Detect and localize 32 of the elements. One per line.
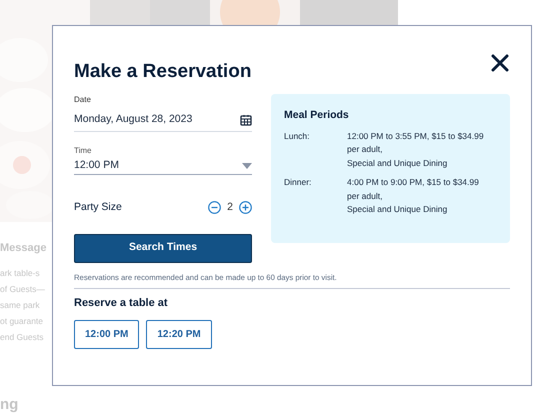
search-times-button[interactable]: Search Times: [74, 234, 252, 263]
minus-icon[interactable]: [208, 201, 222, 214]
time-slot-button[interactable]: 12:20 PM: [146, 320, 212, 349]
section-heading: Message: [0, 241, 46, 256]
close-icon[interactable]: [491, 54, 509, 72]
meal-details: per adult,: [347, 143, 384, 156]
calendar-icon[interactable]: [240, 114, 252, 126]
body-text: of Guests—: [0, 282, 45, 296]
body-text: ark table-s: [0, 266, 40, 280]
section-heading: Reserve a table at: [74, 296, 169, 312]
meal-details: 4:00 PM to 9:00 PM, $15 to $34.99: [347, 176, 479, 190]
party-size-value: 2: [227, 200, 233, 215]
section-heading: ng: [0, 396, 18, 414]
caret-icon[interactable]: [242, 162, 252, 168]
plus-icon[interactable]: [239, 201, 252, 214]
body-text: end Guests: [0, 330, 44, 344]
field-label: Date: [74, 94, 92, 106]
body-text: ot guarante: [0, 314, 44, 328]
meal-details: Special and Unique Dining: [347, 203, 448, 216]
meal-details: per adult,: [347, 190, 384, 203]
body-text: same park: [0, 298, 40, 312]
time-dropdown[interactable]: 12:00 PM: [74, 157, 252, 175]
meal-name: Dinner:: [284, 176, 312, 190]
panel-title: Meal Periods: [284, 108, 350, 123]
meal-details: 12:00 PM to 3:55 PM, $15 to $34.99: [347, 130, 484, 143]
meal-name: Lunch:: [284, 130, 311, 143]
field-label: Time: [74, 145, 92, 157]
meal-details: Special and Unique Dining: [347, 156, 448, 170]
time-slot-button[interactable]: 12:00 PM: [74, 320, 140, 349]
date-field[interactable]: Monday, August 28, 2023: [74, 108, 252, 132]
party-size-label: Party Size: [74, 200, 122, 215]
dialog-title: Make a Reservation: [74, 60, 252, 84]
